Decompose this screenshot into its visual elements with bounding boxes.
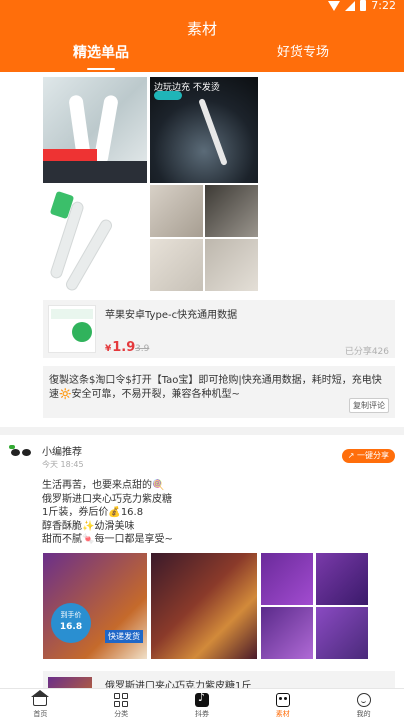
tab-label: 首页	[33, 710, 48, 718]
product-image[interactable]: 边玩边充 不发烫	[150, 77, 258, 183]
tab-label: 抖券	[194, 710, 209, 718]
post-time: 今天 18:45	[42, 460, 84, 469]
tab-profile[interactable]: 我的	[323, 689, 404, 720]
post-line: 醇香酥脆✨幼滑美味	[42, 520, 135, 532]
bottom-tab-bar: 首页 分类 抖券 素材 我的	[0, 688, 404, 720]
product-thumbnail	[48, 305, 96, 353]
thumb-badge	[72, 322, 92, 342]
eye-icon	[11, 449, 20, 456]
product-image[interactable]	[316, 553, 368, 605]
post-line: 生活再苦，也要来点甜的🍭	[42, 480, 165, 491]
category-icon	[114, 693, 129, 707]
product-image[interactable]	[205, 239, 258, 291]
author-name: 小编推荐	[42, 447, 82, 458]
douyin-icon	[194, 691, 209, 707]
image-banner	[43, 161, 147, 183]
tab-douyin[interactable]: 抖券	[162, 689, 243, 720]
tab-special[interactable]: 好货专场	[202, 42, 404, 72]
image-pill	[154, 91, 182, 100]
share-count: 已分享426	[344, 347, 389, 357]
product-image[interactable]	[261, 553, 313, 605]
tab-featured[interactable]: 精选单品	[0, 42, 202, 72]
product-link[interactable]: 苹果安卓Type-c快充通用数据 ¥1.9 3.9 已分享426	[43, 300, 395, 358]
tab-label: 分类	[114, 710, 129, 718]
badge-price: 16.8	[59, 622, 83, 632]
product-image[interactable]	[316, 607, 368, 659]
product-image[interactable]	[261, 607, 313, 659]
top-tabs: 精选单品 好货专场	[0, 42, 404, 72]
thumb-label	[51, 309, 93, 319]
feed[interactable]: 边玩边充 不发烫 苹果安卓Type-c快充通用数据 ¥1.9 3.9 已分享42…	[0, 72, 404, 688]
material-card: 边玩边充 不发烫 苹果安卓Type-c快充通用数据 ¥1.9 3.9 已分享42…	[0, 72, 404, 427]
app-root: 7:22 素材 精选单品 好货专场 边玩边充 不发烫 苹果安卓Type-c快充通…	[0, 0, 404, 720]
copy-comment-button[interactable]: 复制评论	[349, 398, 389, 413]
post-line: 1斤装，券后价💰16.8	[42, 507, 144, 518]
material-icon	[275, 693, 290, 707]
status-icons: 7:22	[328, 0, 396, 12]
fast-delivery-label: 快递发货	[105, 630, 143, 643]
copy-text: 復製这条$淘口令$打开【Tao宝】即可抢购|快充通用数据，耗时短，充电快速🔆安全…	[49, 375, 382, 400]
product-image[interactable]	[151, 553, 257, 659]
cable-shape	[198, 98, 228, 166]
price-value: 1.9	[112, 340, 136, 355]
product-name: 苹果安卓Type-c快充通用数据	[105, 310, 238, 321]
profile-icon	[356, 693, 371, 707]
product-image[interactable]	[43, 185, 147, 291]
post-line: 俄罗斯进口夹心巧克力紫皮糖	[42, 493, 172, 505]
tab-material[interactable]: 素材	[242, 689, 323, 720]
product-image[interactable]	[150, 185, 203, 237]
battery-icon	[360, 0, 367, 11]
tab-label: 素材	[275, 710, 290, 718]
wifi-icon	[328, 0, 341, 11]
avatar	[9, 445, 33, 461]
original-price: 3.9	[135, 344, 150, 354]
copy-text-box: 復製这条$淘口令$打开【Tao宝】即可抢购|快充通用数据，耗时短，充电快速🔆安全…	[43, 366, 395, 418]
product-image[interactable]	[43, 77, 147, 183]
eye-icon	[22, 449, 31, 456]
badge-text: 到手价	[60, 611, 82, 619]
product-link[interactable]: 俄罗斯进口夹心巧克力紫皮糖1斤	[43, 671, 395, 688]
status-time: 7:22	[371, 0, 396, 12]
product-image[interactable]	[150, 239, 203, 291]
image-tag	[43, 149, 97, 161]
tab-category[interactable]: 分类	[81, 689, 162, 720]
status-bar: 7:22	[0, 0, 404, 12]
product-price: ¥1.9	[105, 340, 135, 355]
home-icon	[31, 690, 50, 706]
tab-label: 我的	[356, 710, 371, 718]
product-name: 俄罗斯进口夹心巧克力紫皮糖1斤	[105, 681, 252, 688]
share-label: 一键分享	[357, 451, 389, 460]
page-title: 素材	[186, 20, 217, 38]
post-line: 甜而不腻🍬每一口都是享受~	[42, 534, 173, 545]
one-click-share-button[interactable]: ↗ 一键分享	[341, 449, 395, 463]
product-thumbnail	[48, 677, 92, 688]
cell-signal-icon	[345, 0, 356, 11]
header: 素材 精选单品 好货专场	[0, 12, 404, 72]
price-badge: 到手价 16.8	[51, 603, 91, 643]
post-text: 生活再苦，也要来点甜的🍭 俄罗斯进口夹心巧克力紫皮糖 1斤装，券后价💰16.8 …	[42, 479, 173, 547]
currency-symbol: ¥	[105, 344, 112, 354]
tab-home[interactable]: 首页	[0, 689, 81, 720]
product-image[interactable]: 到手价 16.8 快递发货	[43, 553, 147, 659]
product-image[interactable]	[205, 185, 258, 237]
recommend-card: 小编推荐 今天 18:45 ↗ 一键分享 生活再苦，也要来点甜的🍭 俄罗斯进口夹…	[0, 435, 404, 688]
